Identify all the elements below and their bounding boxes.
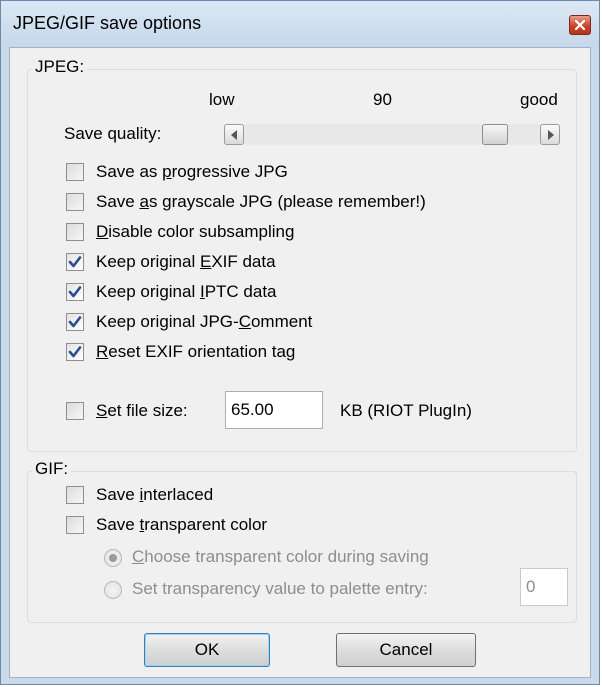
keep-iptc-label[interactable]: Keep original IPTC data: [96, 282, 277, 302]
set-file-size-checkbox[interactable]: [66, 402, 84, 420]
disable-subsampling-label[interactable]: Disable color subsampling: [96, 222, 294, 242]
progressive-checkbox[interactable]: [66, 163, 84, 181]
file-size-unit-label: KB (RIOT PlugIn): [340, 401, 472, 420]
save-quality-label: Save quality:: [64, 124, 162, 143]
slider-low-label: low: [209, 90, 235, 109]
dialog-client: JPEG: low 90 good Save quality: Save as …: [9, 47, 591, 678]
save-interlaced-checkbox[interactable]: [66, 486, 84, 504]
grayscale-checkbox[interactable]: [66, 193, 84, 211]
dialog-window: JPEG/GIF save options JPEG: low 90 good …: [0, 0, 600, 685]
close-button[interactable]: [569, 15, 591, 35]
checkmark-icon: [68, 256, 82, 268]
cancel-button[interactable]: Cancel: [336, 633, 476, 667]
keep-iptc-checkbox[interactable]: [66, 283, 84, 301]
keep-comment-checkbox[interactable]: [66, 313, 84, 331]
choose-transparent-radio[interactable]: [104, 549, 122, 567]
quality-slider-thumb[interactable]: [482, 124, 508, 145]
title-bar[interactable]: JPEG/GIF save options: [1, 1, 599, 47]
checkmark-icon: [68, 286, 82, 298]
slider-good-label: good: [520, 90, 558, 109]
reset-orientation-label[interactable]: Reset EXIF orientation tag: [96, 342, 295, 362]
arrow-left-icon: [231, 130, 237, 140]
save-transparent-label[interactable]: Save transparent color: [96, 515, 267, 535]
progressive-label[interactable]: Save as progressive JPG: [96, 162, 288, 182]
file-size-input[interactable]: 65.00: [225, 391, 323, 429]
set-file-size-label[interactable]: Set file size:: [96, 401, 188, 421]
reset-orientation-checkbox[interactable]: [66, 343, 84, 361]
keep-comment-label[interactable]: Keep original JPG-Comment: [96, 312, 312, 332]
save-interlaced-label[interactable]: Save interlaced: [96, 485, 213, 505]
choose-transparent-label[interactable]: Choose transparent color during saving: [132, 547, 429, 567]
close-icon: [575, 20, 585, 30]
slider-decrease-button[interactable]: [224, 124, 244, 145]
slider-increase-button[interactable]: [540, 124, 560, 145]
keep-exif-label[interactable]: Keep original EXIF data: [96, 252, 276, 272]
checkmark-icon: [68, 346, 82, 358]
slider-value-label: 90: [373, 90, 392, 109]
palette-entry-radio[interactable]: [104, 581, 122, 599]
gif-group-label: GIF:: [32, 459, 72, 479]
arrow-right-icon: [548, 130, 554, 140]
quality-slider-track[interactable]: [244, 124, 540, 145]
grayscale-label[interactable]: Save as grayscale JPG (please remember!): [96, 192, 426, 212]
window-title: JPEG/GIF save options: [13, 13, 202, 33]
keep-exif-checkbox[interactable]: [66, 253, 84, 271]
jpeg-group-label: JPEG:: [32, 57, 88, 77]
palette-entry-input[interactable]: 0: [520, 568, 568, 606]
save-transparent-checkbox[interactable]: [66, 516, 84, 534]
palette-entry-label[interactable]: Set transparency value to palette entry:: [132, 579, 428, 599]
checkmark-icon: [68, 316, 82, 328]
disable-subsampling-checkbox[interactable]: [66, 223, 84, 241]
ok-button[interactable]: OK: [144, 633, 270, 667]
